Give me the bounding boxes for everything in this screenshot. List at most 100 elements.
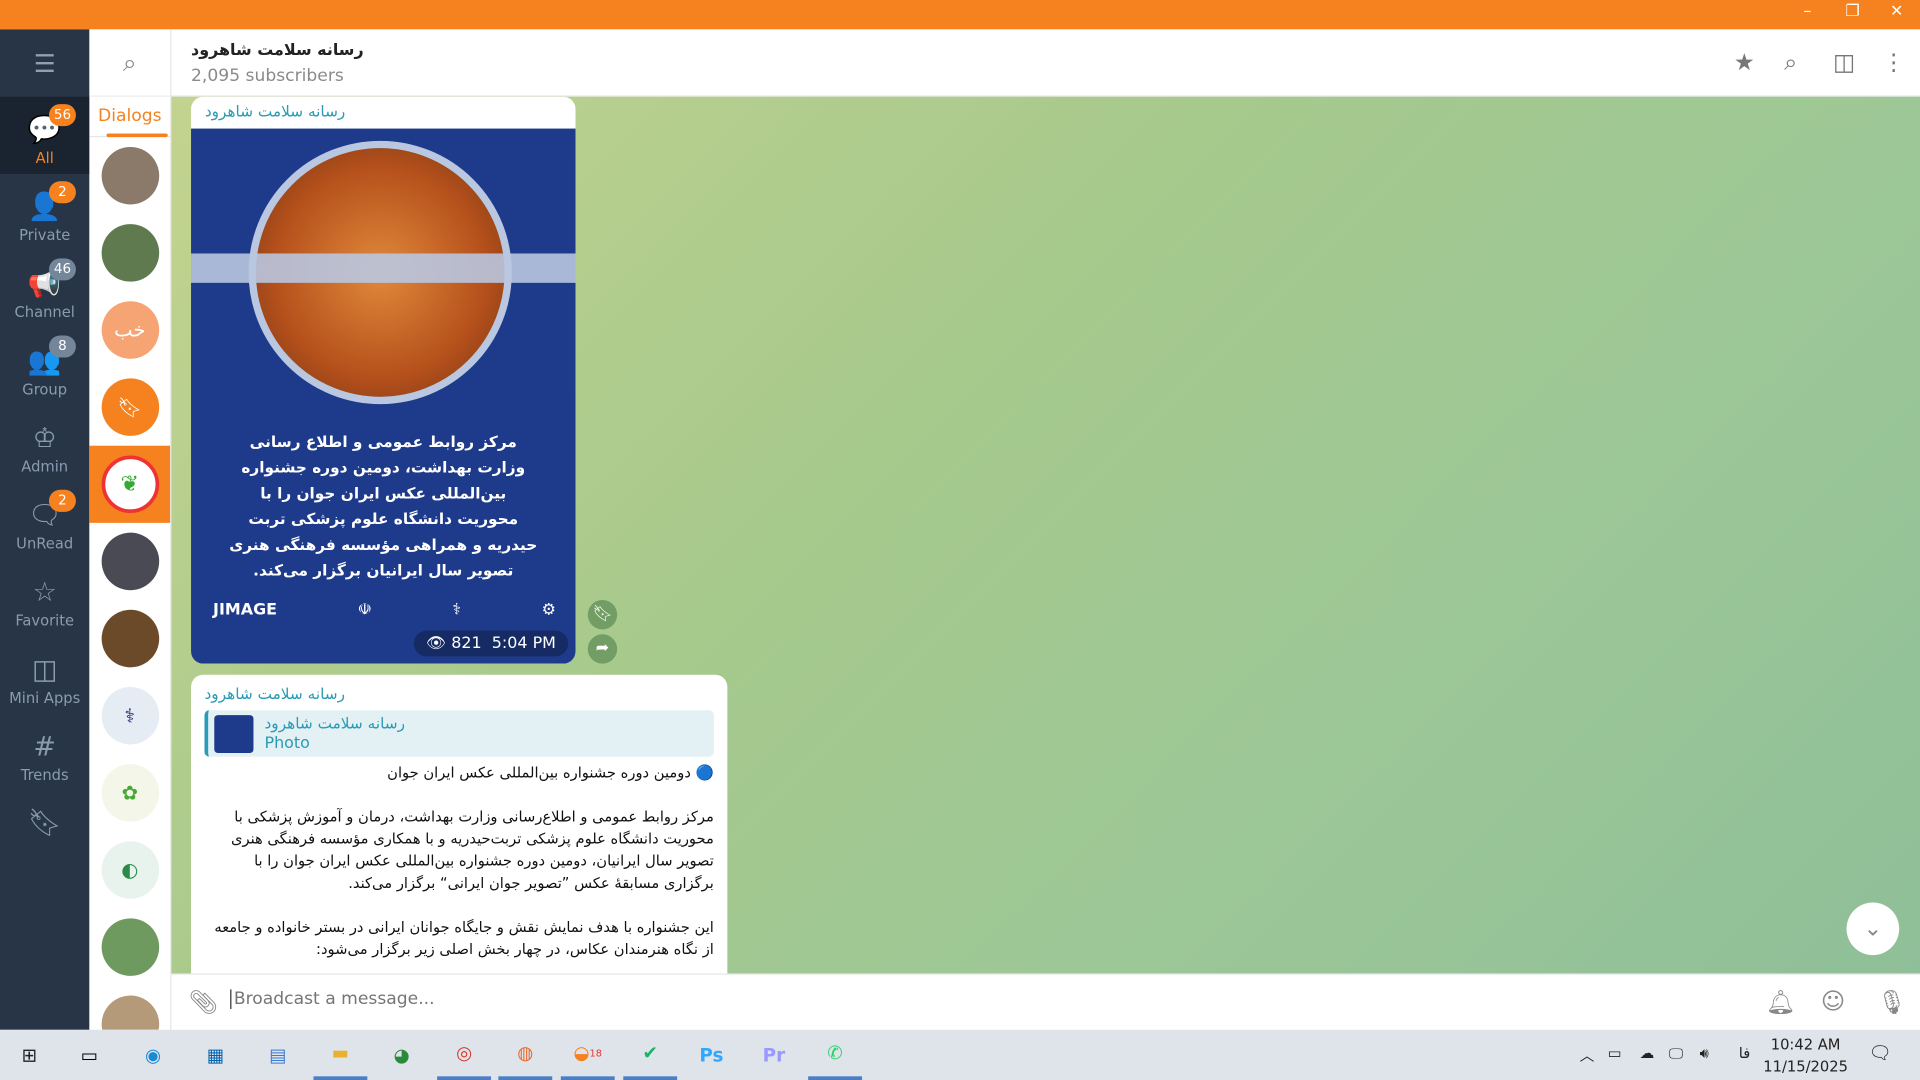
battery-icon[interactable]: ▭ [1608,1044,1622,1061]
message-input[interactable] [230,989,1699,1009]
folder-label: UnRead [16,535,73,552]
dialog-item[interactable] [89,986,170,1030]
dialog-item[interactable]: خب [89,291,170,368]
unread-badge: 56 [49,104,76,126]
firefox-icon[interactable]: ◍ [498,1030,552,1080]
message-time: 5:04 PM [492,634,556,652]
network-icon[interactable]: 🖵︎ [1669,1044,1683,1062]
message-text[interactable]: رسانه سلامت شاهرود رسانه سلامت شاهرود Ph… [191,675,727,974]
close-button[interactable]: ✕ [1878,2,1915,20]
folder-trends[interactable]: #Trends [0,714,89,791]
folder-channel[interactable]: 📢46Channel [0,251,89,328]
cloud-icon[interactable]: ☁ [1640,1044,1655,1061]
emoji-icon[interactable]: ☺ [1821,988,1845,1015]
checkmark-app-icon[interactable]: ✔ [623,1030,677,1080]
dialog-item[interactable] [89,523,170,600]
input-language[interactable]: فا [1739,1044,1751,1061]
unread-badge: 8 [49,336,76,358]
restore-button[interactable]: ❐ [1834,2,1871,20]
dialog-item-active[interactable]: ❦ [89,446,170,523]
forward-thumbnail [214,715,253,753]
folder-group[interactable]: 👥8Group [0,328,89,405]
clock-date: 11/15/2025 [1763,1056,1848,1078]
folder-unread[interactable]: 🗨2UnRead [0,482,89,559]
telegram-app-icon[interactable]: ◒18 [561,1030,615,1080]
globe-icon[interactable]: ◕ [375,1030,429,1080]
folder-private[interactable]: 👤2Private [0,174,89,251]
poster-text: مرکز روابط عمومی و اطلاع رسانی وزارت بهد… [228,429,539,583]
bookmark-icon: 🔖︎ [101,378,159,436]
forwarded-preview[interactable]: رسانه سلامت شاهرود Photo [204,710,713,757]
clock[interactable]: 10:42 AM11/15/2025 [1763,1033,1848,1077]
forward-name: رسانه سلامت شاهرود [264,714,404,732]
chevron-up-icon[interactable]: ︿ [1580,1044,1595,1065]
channel-title[interactable]: رسانه سلامت شاهرود [191,42,364,60]
folder-favorite[interactable]: ☆Favorite [0,560,89,637]
saved-messages-button[interactable]: 🔖︎ [0,791,89,868]
scroll-down-button[interactable]: ⌄ [1847,902,1900,955]
dialog-item[interactable] [89,137,170,214]
folder-admin[interactable]: ♔Admin [0,405,89,482]
star-icon[interactable]: ★ [1734,49,1755,76]
search-icon[interactable]: ⌕ [89,29,170,96]
dialog-item[interactable] [89,600,170,677]
message-paragraph: مرکز روابط عمومی و اطلاع‌رسانی وزارت بهد… [204,806,713,894]
photoshop-icon[interactable]: Ps [684,1030,738,1080]
dialog-item[interactable] [89,909,170,986]
avatar: ◐ [101,841,159,899]
folder-rail: ☰ 💬56All 👤2Private 📢46Channel 👥8Group ♔A… [0,29,89,1029]
avatar [101,147,159,205]
folder-label: Mini Apps [9,689,80,706]
attach-icon[interactable]: 📎︎ [189,988,219,1016]
folder-label: Admin [21,458,68,475]
avatar [101,918,159,976]
bookmark-icon[interactable]: 🔖︎ [588,600,617,629]
menu-icon[interactable]: ☰ [0,29,89,96]
dialog-item[interactable]: ✿ [89,754,170,831]
message-sender: رسانه سلامت شاهرود [205,102,345,120]
photo[interactable]: مرکز روابط عمومی و اطلاع رسانی وزارت بهد… [191,129,575,664]
dialog-item-saved[interactable]: 🔖︎ [89,369,170,446]
store-icon[interactable]: ▦ [189,1030,243,1080]
message-photo[interactable]: رسانه سلامت شاهرود مرکز روابط عمومی و اط… [191,97,575,664]
chrome-icon[interactable]: ◎ [437,1030,491,1080]
folder-mini-apps[interactable]: ◫ Mini Apps [0,637,89,714]
dialog-item[interactable] [89,214,170,291]
dialog-item[interactable]: ◐ [89,831,170,908]
notifications-icon[interactable]: 🗨︎ [1869,1042,1892,1064]
apps-icon: ◫ [32,656,57,685]
premiere-icon[interactable]: Pr [747,1030,801,1080]
emblem-icon: ⚕ [452,601,461,619]
app-icon[interactable]: ▤ [251,1030,305,1080]
minimize-button[interactable]: – [1789,2,1826,20]
more-icon[interactable]: ⋮ [1882,49,1905,76]
edge-icon[interactable]: ◉ [126,1030,180,1080]
sidebar-toggle-icon[interactable]: ◫ [1833,49,1855,76]
dialog-item[interactable]: ⚕ [89,677,170,754]
trends-icon: # [33,733,56,762]
avatar: ⚕ [101,687,159,745]
avatar [101,996,159,1030]
microphone-icon[interactable]: 🎙︎ [1877,988,1907,1016]
unread-badge: 2 [49,490,76,512]
folder-label: Private [19,227,70,244]
tab-dialogs[interactable]: Dialogs [89,97,170,137]
emblem-icon: ☫ [358,601,372,619]
star-icon: ☆ [33,579,57,608]
message-sender: رسانه سلامت شاهرود [191,675,727,703]
forward-type: Photo [264,735,309,753]
whatsapp-icon[interactable]: ✆ [808,1030,862,1080]
forward-icon[interactable]: ➦ [588,634,617,663]
volume-icon[interactable]: 🔊︎ [1700,1044,1709,1062]
start-icon[interactable]: ⊞ [2,1030,56,1080]
folder-label: All [36,149,54,166]
folder-all[interactable]: 💬56All [0,97,89,174]
message-body: 🔵 دومین دوره جشنواره بین‌المللی عکس ایرا… [191,757,727,960]
task-view-icon[interactable]: ▭ [62,1030,116,1080]
dialog-list: ⌕ Dialogs خب 🔖︎ ❦ ⚕ ✿ ◐ [89,29,171,1029]
message-meta: 👁 821 5:04 PM [414,631,568,657]
bell-icon[interactable]: 🔔︎ [1766,988,1796,1016]
search-icon[interactable]: ⌕ [1784,49,1797,76]
avatar: ❦ [101,456,159,514]
file-explorer-icon[interactable]: ▬ [313,1030,367,1080]
